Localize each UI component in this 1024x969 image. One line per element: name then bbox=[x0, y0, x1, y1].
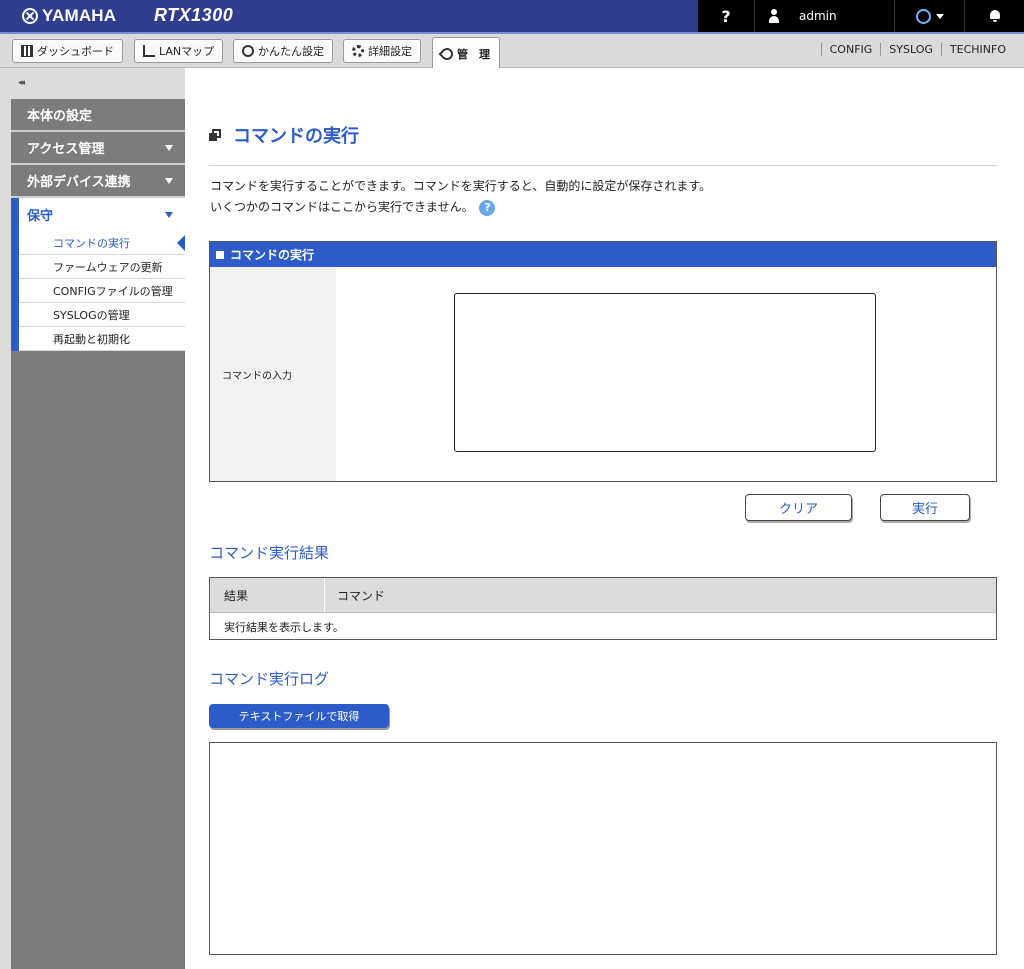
easy-setup-icon bbox=[242, 45, 254, 57]
sidebar-subitem-label: SYSLOGの管理 bbox=[53, 308, 130, 322]
command-input[interactable] bbox=[454, 293, 876, 452]
sidebar-subitem-restart-reset[interactable]: 再起動と初期化 bbox=[19, 327, 185, 351]
sidebar-item-label: 外部デバイス連携 bbox=[27, 175, 131, 190]
status-menu-button[interactable] bbox=[894, 0, 964, 32]
run-button[interactable]: 実行 bbox=[880, 494, 970, 521]
sidebar-subitem-label: 再起動と初期化 bbox=[53, 332, 130, 346]
sidebar: 本体の設定 アクセス管理 外部デバイス連携 保守 コマンドの実行 ファームウェア… bbox=[11, 99, 185, 969]
sidebar-item-maintenance[interactable]: 保守 bbox=[11, 198, 185, 231]
tab-dashboard-label: ダッシュボード bbox=[37, 45, 114, 58]
page-title: コマンドの実行 bbox=[209, 122, 359, 148]
sidebar-item-label: 本体の設定 bbox=[27, 109, 93, 124]
page-description: コマンドを実行することができます。コマンドを実行すると、自動的に設定が保存されま… bbox=[210, 176, 711, 218]
sidebar-subitem-config-files[interactable]: CONFIGファイルの管理 bbox=[19, 279, 185, 303]
gear-icon bbox=[352, 45, 364, 57]
user-icon bbox=[769, 9, 779, 23]
command-panel-title: コマンドの実行 bbox=[230, 248, 315, 262]
tab-dashboard[interactable]: ダッシュボード bbox=[12, 39, 123, 63]
title-divider bbox=[209, 165, 997, 166]
notification-button[interactable] bbox=[964, 0, 1024, 32]
description-line-2: いくつかのコマンドはここから実行できません。 ? bbox=[210, 197, 711, 218]
sidebar-subitem-firmware-update[interactable]: ファームウェアの更新 bbox=[19, 255, 185, 279]
description-line-2-text: いくつかのコマンドはここから実行できません。 bbox=[210, 200, 474, 214]
main-tab-bar: ダッシュボード LANマップ かんたん設定 詳細設定 管 理 CONFIG SY… bbox=[0, 34, 1024, 69]
sidebar-subitem-syslog[interactable]: SYSLOGの管理 bbox=[19, 303, 185, 327]
top-links: CONFIG SYSLOG TECHINFO bbox=[820, 43, 1006, 56]
chevron-down-icon bbox=[935, 13, 944, 19]
sidebar-item-device-settings[interactable]: 本体の設定 bbox=[11, 99, 185, 132]
header-tools: ? admin bbox=[698, 0, 1024, 32]
sidebar-item-external-devices[interactable]: 外部デバイス連携 bbox=[11, 165, 185, 198]
sidebar-submenu: コマンドの実行 ファームウェアの更新 CONFIGファイルの管理 SYSLOGの… bbox=[11, 231, 185, 351]
techinfo-link[interactable]: TECHINFO bbox=[940, 43, 1006, 56]
help-question-icon[interactable]: ? bbox=[479, 199, 496, 216]
command-input-label: コマンドの入力 bbox=[210, 267, 336, 481]
yamaha-logo: YAMAHA bbox=[22, 4, 116, 28]
command-panel-header: コマンドの実行 bbox=[210, 242, 996, 267]
help-button[interactable]: ? bbox=[698, 0, 754, 32]
user-menu[interactable]: admin bbox=[754, 0, 894, 32]
square-icon bbox=[216, 250, 224, 259]
download-text-file-button[interactable]: テキストファイルで取得 bbox=[209, 704, 389, 728]
syslog-link[interactable]: SYSLOG bbox=[880, 43, 941, 56]
command-panel: コマンドの実行 コマンドの入力 bbox=[209, 241, 997, 482]
top-bar: YAMAHA RTX1300 ? admin bbox=[0, 0, 1024, 34]
wrench-icon bbox=[438, 45, 456, 62]
description-line-1: コマンドを実行することができます。コマンドを実行すると、自動的に設定が保存されま… bbox=[210, 179, 712, 193]
tab-management[interactable]: 管 理 bbox=[432, 37, 500, 69]
sidebar-item-label: アクセス管理 bbox=[27, 142, 105, 157]
sidebar-item-label: 保守 bbox=[27, 209, 54, 224]
tab-easy-setup-label: かんたん設定 bbox=[258, 45, 324, 58]
result-section-title: コマンド実行結果 bbox=[209, 544, 330, 562]
triangle-down-icon bbox=[165, 177, 173, 184]
lan-map-icon bbox=[143, 45, 155, 57]
clear-button[interactable]: クリア bbox=[745, 494, 852, 521]
sidebar-subitem-label: CONFIGファイルの管理 bbox=[53, 284, 173, 298]
help-label: ? bbox=[721, 6, 731, 26]
result-table-header: 結果 コマンド bbox=[210, 578, 996, 612]
column-header-command: コマンド bbox=[337, 588, 386, 603]
page-title-text: コマンドの実行 bbox=[233, 126, 359, 147]
user-name: admin bbox=[799, 9, 837, 23]
dashboard-icon bbox=[21, 45, 33, 57]
result-table: 結果 コマンド 実行結果を表示します。 bbox=[209, 577, 997, 640]
column-header-result: 結果 bbox=[210, 578, 325, 612]
tab-lan-map[interactable]: LANマップ bbox=[134, 39, 224, 63]
main-content: コマンドの実行 コマンドを実行することができます。コマンドを実行すると、自動的に… bbox=[185, 68, 1024, 969]
model-name: RTX1300 bbox=[154, 5, 234, 25]
brand-name: YAMAHA bbox=[42, 6, 117, 25]
status-circle-icon bbox=[915, 8, 931, 24]
sidebar-item-access-management[interactable]: アクセス管理 bbox=[11, 132, 185, 165]
triangle-down-icon bbox=[165, 211, 173, 218]
config-link[interactable]: CONFIG bbox=[820, 43, 881, 56]
tab-easy-setup[interactable]: かんたん設定 bbox=[233, 39, 333, 63]
page-title-icon bbox=[209, 129, 221, 141]
yamaha-emblem-icon bbox=[22, 8, 38, 24]
collapse-sidebar-button[interactable]: ◂◂ bbox=[18, 78, 25, 88]
result-message: 実行結果を表示します。 bbox=[210, 612, 996, 640]
tab-advanced-settings-label: 詳細設定 bbox=[368, 45, 412, 58]
tab-advanced-settings[interactable]: 詳細設定 bbox=[343, 39, 421, 63]
sidebar-subitem-label: コマンドの実行 bbox=[53, 236, 130, 250]
sidebar-subitem-command-execution[interactable]: コマンドの実行 bbox=[19, 231, 185, 255]
tab-management-label: 管 理 bbox=[457, 47, 490, 61]
command-log-box[interactable] bbox=[209, 742, 997, 955]
sidebar-subitem-label: ファームウェアの更新 bbox=[53, 260, 163, 274]
tab-lan-map-label: LANマップ bbox=[159, 45, 215, 58]
log-section-title: コマンド実行ログ bbox=[209, 670, 330, 688]
triangle-down-icon bbox=[165, 144, 173, 151]
bell-icon bbox=[989, 10, 1001, 22]
